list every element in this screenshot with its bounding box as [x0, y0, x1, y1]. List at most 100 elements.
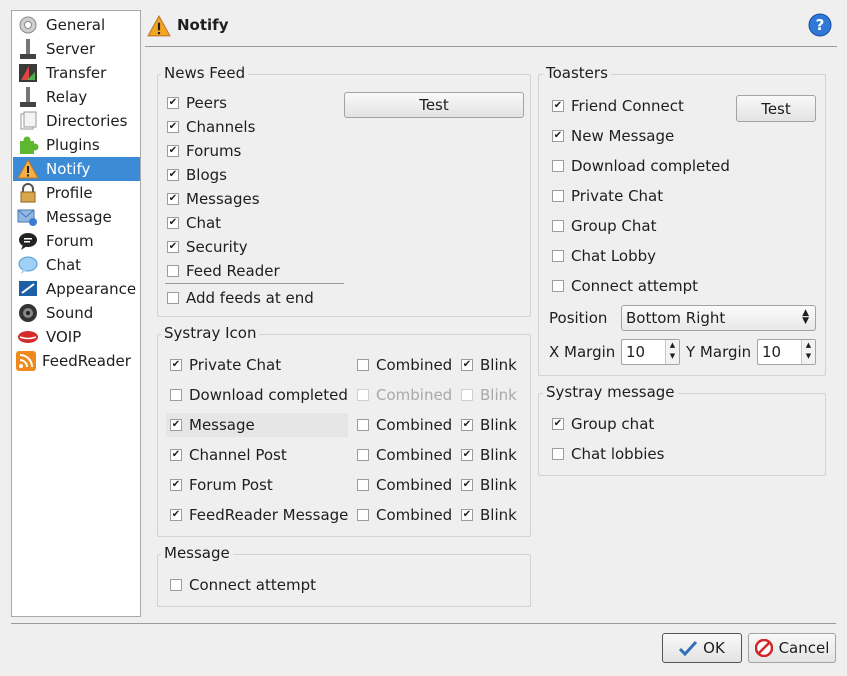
sidebar-item-forum[interactable]: Forum [13, 229, 140, 253]
help-icon[interactable]: ? [808, 13, 832, 41]
systray-blink-checkbox[interactable]: Blink [461, 355, 517, 375]
sidebar-item-sound[interactable]: Sound [13, 301, 140, 325]
cancel-button[interactable]: Cancel [748, 633, 836, 663]
checkbox-box[interactable] [357, 509, 369, 521]
sidebar-item-appearance[interactable]: Appearance [13, 277, 140, 301]
systray-combined-checkbox[interactable]: Combined [357, 355, 452, 375]
checkbox-box[interactable] [170, 389, 182, 401]
spin-arrows-icon[interactable]: ▲ ▼ [665, 340, 679, 364]
toaster-new-message-checkbox[interactable]: New Message [552, 126, 674, 146]
checkbox-box[interactable] [357, 419, 369, 431]
checkbox-box[interactable] [552, 100, 564, 112]
checkbox-box[interactable] [552, 418, 564, 430]
checkbox-box[interactable] [170, 359, 182, 371]
checkbox-box[interactable] [461, 419, 473, 431]
toaster-download-completed-checkbox[interactable]: Download completed [552, 156, 730, 176]
checkbox-box[interactable] [552, 190, 564, 202]
checkbox-box[interactable] [167, 121, 179, 133]
toaster-chat-lobby-checkbox[interactable]: Chat Lobby [552, 246, 656, 266]
systray-blink-checkbox[interactable]: Blink [461, 385, 517, 405]
systray-label-checkbox[interactable]: Channel Post [170, 445, 287, 465]
checkbox-box[interactable] [167, 169, 179, 181]
checkbox-box[interactable] [170, 449, 182, 461]
sidebar-item-notify[interactable]: Notify [13, 157, 140, 181]
toaster-private-chat-checkbox[interactable]: Private Chat [552, 186, 663, 206]
checkbox-box[interactable] [552, 448, 564, 460]
systray-label-checkbox[interactable]: Forum Post [170, 475, 273, 495]
systray-group-chat-checkbox[interactable]: Group chat [552, 414, 654, 434]
systray-combined-checkbox[interactable]: Combined [357, 385, 452, 405]
news-feed-test-button[interactable]: Test [344, 92, 524, 118]
x-margin-spinbox[interactable]: 10 ▲ ▼ [621, 339, 680, 365]
checkbox-box[interactable] [167, 265, 179, 277]
toaster-friend-connect-checkbox[interactable]: Friend Connect [552, 96, 684, 116]
systray-label-checkbox[interactable]: Message [170, 415, 255, 435]
systray-chat-lobbies-checkbox[interactable]: Chat lobbies [552, 444, 664, 464]
checkbox-box[interactable] [170, 509, 182, 521]
checkbox-box[interactable] [461, 389, 473, 401]
toaster-group-chat-checkbox[interactable]: Group Chat [552, 216, 657, 236]
systray-label-checkbox[interactable]: Download completed [170, 385, 348, 405]
systray-combined-checkbox[interactable]: Combined [357, 415, 452, 435]
sidebar-item-message[interactable]: Message [13, 205, 140, 229]
checkbox-box[interactable] [461, 449, 473, 461]
checkbox-box[interactable] [552, 250, 564, 262]
news-feed-feed-reader-checkbox[interactable]: Feed Reader [167, 261, 280, 281]
systray-label-checkbox[interactable]: Private Chat [170, 355, 281, 375]
sidebar-item-profile[interactable]: Profile [13, 181, 140, 205]
news-feed-security-checkbox[interactable]: Security [167, 237, 248, 257]
systray-combined-checkbox[interactable]: Combined [357, 475, 452, 495]
ok-button[interactable]: OK [662, 633, 742, 663]
systray-blink-checkbox[interactable]: Blink [461, 505, 517, 525]
sidebar-item-directories[interactable]: Directories [13, 109, 140, 133]
news-feed-messages-checkbox[interactable]: Messages [167, 189, 260, 209]
checkbox-box[interactable] [552, 160, 564, 172]
checkbox-box[interactable] [170, 579, 182, 591]
systray-label-checkbox[interactable]: FeedReader Message [170, 505, 348, 525]
checkbox-box[interactable] [357, 449, 369, 461]
checkbox-box[interactable] [357, 389, 369, 401]
checkbox-box[interactable] [552, 280, 564, 292]
checkbox-box[interactable] [461, 509, 473, 521]
sidebar-item-voip[interactable]: VOIP [13, 325, 140, 349]
sidebar-item-plugins[interactable]: Plugins [13, 133, 140, 157]
checkbox-box[interactable] [357, 359, 369, 371]
checkbox-box[interactable] [170, 419, 182, 431]
sidebar-item-feedreader[interactable]: FeedReader [13, 349, 140, 373]
settings-sidebar[interactable]: General Server Transfer Relay Directorie… [11, 10, 141, 617]
sidebar-item-transfer[interactable]: Transfer [13, 61, 140, 85]
checkbox-box[interactable] [461, 479, 473, 491]
news-feed-chat-checkbox[interactable]: Chat [167, 213, 221, 233]
checkbox-box[interactable] [461, 359, 473, 371]
checkbox-box[interactable] [552, 220, 564, 232]
news-feed-forums-checkbox[interactable]: Forums [167, 141, 241, 161]
checkbox-box[interactable] [167, 145, 179, 157]
y-margin-spinbox[interactable]: 10 ▲ ▼ [757, 339, 816, 365]
systray-blink-checkbox[interactable]: Blink [461, 415, 517, 435]
toaster-test-button[interactable]: Test [736, 95, 816, 122]
checkbox-box[interactable] [167, 217, 179, 229]
toaster-connect-attempt-checkbox[interactable]: Connect attempt [552, 276, 698, 296]
sidebar-item-server[interactable]: Server [13, 37, 140, 61]
checkbox-box[interactable] [167, 292, 179, 304]
systray-blink-checkbox[interactable]: Blink [461, 475, 517, 495]
spin-arrows-icon[interactable]: ▲ ▼ [801, 340, 815, 364]
checkbox-box[interactable] [167, 97, 179, 109]
checkbox-box[interactable] [170, 479, 182, 491]
checkbox-box[interactable] [552, 130, 564, 142]
systray-combined-checkbox[interactable]: Combined [357, 505, 452, 525]
news-feed-channels-checkbox[interactable]: Channels [167, 117, 255, 137]
news-feed-peers-checkbox[interactable]: Peers [167, 93, 227, 113]
news-feed-blogs-checkbox[interactable]: Blogs [167, 165, 227, 185]
position-select[interactable]: Bottom Right ▲ ▼ [621, 305, 816, 331]
sidebar-item-general[interactable]: General [13, 13, 140, 37]
checkbox-box[interactable] [167, 241, 179, 253]
systray-combined-checkbox[interactable]: Combined [357, 445, 452, 465]
checkbox-box[interactable] [357, 479, 369, 491]
sidebar-item-relay[interactable]: Relay [13, 85, 140, 109]
checkbox-box[interactable] [167, 193, 179, 205]
systray-blink-checkbox[interactable]: Blink [461, 445, 517, 465]
message-connect-attempt-checkbox[interactable]: Connect attempt [170, 575, 316, 595]
add-feeds-at-end-checkbox[interactable]: Add feeds at end [167, 288, 314, 308]
sidebar-item-chat[interactable]: Chat [13, 253, 140, 277]
